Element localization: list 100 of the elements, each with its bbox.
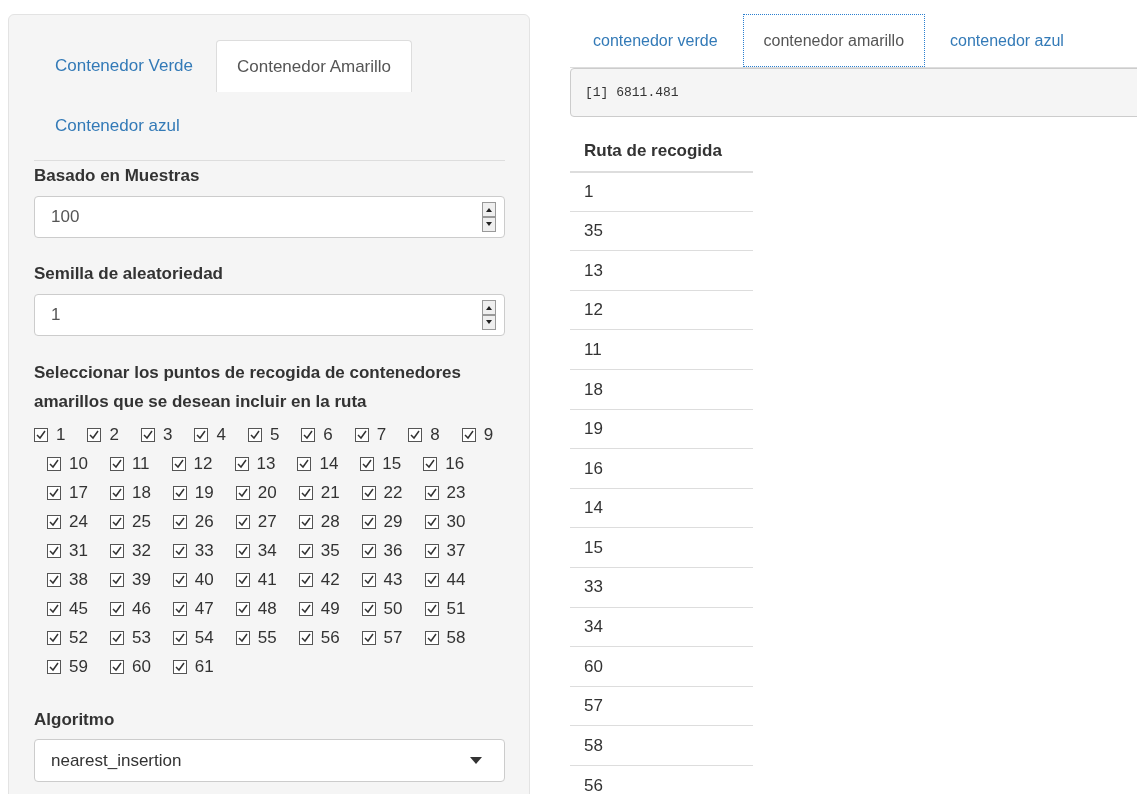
checkbox-label: 55 — [257, 626, 277, 649]
checkbox[interactable] — [109, 456, 124, 471]
field-label: Basado en Muestras — [34, 165, 201, 187]
checkbox[interactable] — [34, 427, 48, 442]
checkbox[interactable] — [47, 601, 61, 616]
checkbox[interactable] — [47, 659, 61, 674]
checkbox[interactable] — [354, 427, 369, 442]
checkbox[interactable] — [172, 601, 187, 616]
checkbox[interactable] — [298, 543, 313, 558]
checkbox[interactable] — [424, 630, 439, 645]
checkbox[interactable] — [298, 485, 313, 500]
checkbox[interactable] — [87, 427, 102, 442]
checkbox[interactable] — [109, 543, 124, 558]
checkbox[interactable] — [361, 543, 376, 558]
checkbox[interactable] — [172, 572, 187, 587]
checkbox[interactable] — [298, 630, 313, 645]
checkbox[interactable] — [423, 456, 438, 471]
checkbox[interactable] — [424, 572, 439, 587]
checkbox[interactable] — [172, 659, 187, 674]
algorithm-select[interactable]: nearest_insertion — [34, 739, 505, 782]
tab[interactable]: Contenedor Verde — [34, 40, 214, 92]
checkbox-label: 59 — [69, 655, 88, 678]
checkbox[interactable] — [298, 514, 313, 529]
checkbox-label: 30 — [446, 510, 466, 533]
checkbox[interactable] — [47, 572, 61, 587]
number-field[interactable]: 1 — [34, 294, 505, 336]
checkbox[interactable] — [235, 572, 250, 587]
checkbox[interactable] — [109, 514, 124, 529]
checkbox[interactable] — [235, 485, 250, 500]
checkbox-label: 41 — [257, 568, 277, 591]
tab[interactable]: contenedor amarillo — [742, 14, 926, 67]
checkbox[interactable] — [424, 485, 439, 500]
checkbox-label: 5 — [269, 423, 280, 446]
checkbox-label: 8 — [430, 423, 440, 446]
checkbox[interactable] — [298, 572, 313, 587]
checkbox-label: 4 — [216, 423, 226, 446]
checkbox[interactable] — [194, 427, 209, 442]
checkbox-label: 2 — [109, 423, 119, 446]
caret-icon — [470, 757, 482, 764]
checkbox[interactable] — [361, 485, 376, 500]
checkbox[interactable] — [109, 659, 124, 674]
checkbox-label: 57 — [383, 626, 403, 649]
tab[interactable]: contenedor verde — [572, 14, 739, 67]
checkbox[interactable] — [247, 427, 262, 442]
spinner-icon[interactable] — [482, 300, 496, 330]
checkbox-label: 13 — [256, 452, 276, 475]
checkbox[interactable] — [172, 485, 187, 500]
table-cell: 13 — [570, 250, 753, 291]
tab[interactable]: contenedor azul — [929, 14, 1085, 67]
checkbox[interactable] — [47, 485, 61, 500]
checkbox-label: 23 — [446, 481, 466, 504]
checkbox[interactable] — [361, 514, 376, 529]
checkbox-label: 38 — [69, 568, 88, 591]
checkbox[interactable] — [109, 630, 124, 645]
checkbox[interactable] — [361, 572, 376, 587]
checkbox[interactable] — [171, 456, 186, 471]
checkbox[interactable] — [361, 630, 376, 645]
checkbox[interactable] — [360, 456, 375, 471]
checkbox[interactable] — [235, 601, 250, 616]
checkbox[interactable] — [235, 543, 250, 558]
checkbox[interactable] — [172, 543, 187, 558]
checkbox[interactable] — [298, 601, 313, 616]
checkbox[interactable] — [408, 427, 423, 442]
checkbox-label: 40 — [194, 568, 214, 591]
table-cell: 16 — [570, 448, 753, 489]
table-cell: 34 — [570, 607, 753, 647]
number-field[interactable]: 100 — [34, 196, 505, 238]
output-box: [1] 6811.481 — [570, 68, 1137, 117]
field-label: Semilla de aleatoriedad — [34, 263, 224, 285]
checkbox[interactable] — [47, 456, 61, 471]
checkbox[interactable] — [424, 543, 439, 558]
checkbox[interactable] — [361, 601, 376, 616]
checkbox[interactable] — [297, 456, 312, 471]
tab[interactable]: Contenedor azul — [34, 100, 201, 152]
checkbox[interactable] — [109, 572, 124, 587]
checkbox[interactable] — [140, 427, 155, 442]
checkbox[interactable] — [47, 630, 61, 645]
checkbox[interactable] — [234, 456, 249, 471]
checkbox[interactable] — [301, 427, 316, 442]
checkbox-label: 61 — [194, 655, 214, 678]
checkbox[interactable] — [172, 630, 187, 645]
checkbox[interactable] — [109, 601, 124, 616]
spinner-icon[interactable] — [482, 202, 496, 232]
checkbox[interactable] — [109, 485, 124, 500]
checkbox[interactable] — [172, 514, 187, 529]
checkbox-label: 46 — [131, 597, 151, 620]
checkbox[interactable] — [235, 630, 250, 645]
checkbox[interactable] — [461, 427, 476, 442]
checkbox-label: 56 — [320, 626, 340, 649]
checkbox[interactable] — [424, 514, 439, 529]
checkbox-label: 33 — [194, 539, 214, 562]
checkbox[interactable] — [424, 601, 439, 616]
checkbox-label: 47 — [194, 597, 214, 620]
checkbox-label: 12 — [193, 452, 213, 475]
tab[interactable]: Contenedor Amarillo — [216, 40, 413, 92]
checkbox-label: 18 — [131, 481, 151, 504]
checkbox[interactable] — [47, 543, 61, 558]
checkbox[interactable] — [235, 514, 250, 529]
checkbox[interactable] — [47, 514, 61, 529]
table-cell: 11 — [570, 329, 753, 370]
